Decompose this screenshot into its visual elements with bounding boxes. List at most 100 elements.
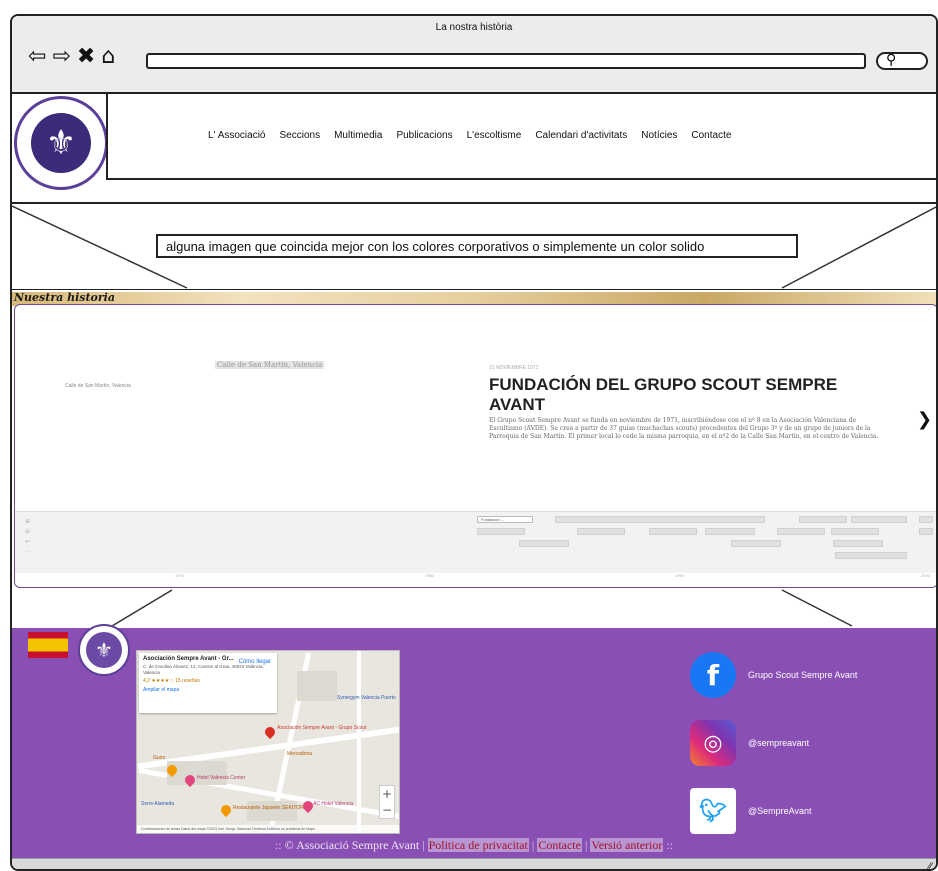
map-road <box>357 651 361 833</box>
map-block <box>297 671 337 701</box>
timeline-marker[interactable] <box>799 516 847 523</box>
footer-credit: :: © Associació Sempre Avant | Politica … <box>12 838 936 853</box>
map-pin-label: Asociación Sempre Avant - Grupo Scout <box>277 725 367 731</box>
facebook-icon[interactable]: f <box>690 652 736 698</box>
map-place-label: Mercadona <box>287 751 313 757</box>
timeline-navigator[interactable]: ⊕ ⊖ ↩ ⋯ Fundación ... <box>15 511 936 573</box>
status-bar: ⁄⁄ <box>12 858 936 869</box>
timeline-marker[interactable] <box>577 528 625 535</box>
map-place-label: Hotel Valencia Center <box>197 775 246 781</box>
url-input[interactable] <box>146 53 866 69</box>
lower-image-placeholder <box>12 588 936 628</box>
map-place-label: Sorni-Alameda <box>141 801 175 807</box>
menu-item-seccions[interactable]: Seccions <box>280 130 321 141</box>
arrow-right-icon[interactable]: ⇨ <box>52 46 70 68</box>
map-enlarge-link[interactable]: Ampliar el mapa <box>143 687 273 693</box>
map-place-label: Restaurante Japonés SEKITORI <box>233 805 306 811</box>
timeline-marker[interactable] <box>835 552 907 559</box>
map-directions-link[interactable]: Cómo llegar <box>239 659 271 665</box>
timeline-event-text: El Grupo Scout Sempre Avant se funda en … <box>489 417 879 440</box>
separator: | <box>584 838 588 852</box>
section-title: Nuestra historia <box>14 291 115 304</box>
timeline-marker[interactable] <box>731 540 781 547</box>
timeline-marker[interactable] <box>555 516 765 523</box>
spain-flag-icon[interactable] <box>28 632 68 658</box>
contact-link[interactable]: Contacte <box>537 838 582 852</box>
timeline-marker[interactable] <box>777 528 825 535</box>
menu-item-calendari[interactable]: Calendari d'activitats <box>535 130 627 141</box>
axis-label: 1980 <box>425 573 434 578</box>
site-logo[interactable]: ⚜ <box>14 96 108 190</box>
privacy-link[interactable]: Politica de privacitat <box>427 838 529 852</box>
browser-title: La nostra història <box>435 22 513 33</box>
separator: | <box>422 838 425 852</box>
zoom-out-icon[interactable]: − <box>380 802 394 818</box>
map-place-rating: 4,2 ★★★★☆ 15 reseñas <box>143 678 200 684</box>
menu-item-publicacions[interactable]: Publicacions <box>396 130 452 141</box>
timeline-axis: 1970 1980 1990 2000 <box>15 573 936 583</box>
map-place-label: AC Hotel Valencia <box>313 801 354 807</box>
menu-item-escoltisme[interactable]: L'escoltisme <box>467 130 522 141</box>
timeline-marker[interactable] <box>851 516 907 523</box>
social-label[interactable]: Grupo Scout Sempre Avant <box>748 670 857 680</box>
map-pin-icon[interactable] <box>262 724 278 740</box>
zoom-in-icon[interactable]: ⊕ <box>25 518 31 525</box>
copyright-text: © Associació Sempre Avant <box>284 838 420 852</box>
map-place-address: C. de Carolina Álvarez, 13, Camins al Gr… <box>143 664 264 675</box>
credit-prefix: :: <box>274 838 285 852</box>
home-icon[interactable]: ⌂ <box>101 46 115 68</box>
image-placeholder-cross <box>111 589 853 627</box>
menu-item-contacte[interactable]: Contacte <box>691 130 731 141</box>
timeline-marker[interactable] <box>919 528 933 535</box>
social-facebook[interactable]: f Grupo Scout Sempre Avant <box>690 652 857 698</box>
map-place-card: Asociación Sempre Avant - Gr... C. de Ca… <box>139 653 277 713</box>
twitter-icon[interactable]: 🐦︎ <box>690 788 736 834</box>
timeline-marker[interactable] <box>833 540 883 547</box>
footer-logo[interactable]: ⚜ <box>78 624 130 676</box>
timeline-left-caption: Calle de San Martín, Valencia <box>65 383 131 389</box>
menu-item-multimedia[interactable]: Multimedia <box>334 130 382 141</box>
fleur-de-lis-icon: ⚜ <box>86 632 122 668</box>
menu-item-noticies[interactable]: Notícies <box>641 130 677 141</box>
browser-window: La nostra història ⇦ ⇨ ✖ ⌂ ⚲ ⚜ L' Associ… <box>10 14 938 871</box>
map-block <box>247 801 297 821</box>
separator: | <box>531 838 535 852</box>
timeline-media-caption: Calle de San Martín, Valencia <box>215 361 325 369</box>
arrow-left-icon[interactable]: ⇦ <box>28 46 46 68</box>
timeline-marker[interactable] <box>705 528 755 535</box>
map-place-label: Synergym Valencia Puerto <box>337 695 396 701</box>
more-icon[interactable]: ⋯ <box>25 548 31 555</box>
map-zoom-control[interactable]: + − <box>379 785 395 819</box>
timeline-zoom-controls: ⊕ ⊖ ↩ ⋯ <box>25 518 31 555</box>
timeline-marker[interactable] <box>831 528 879 535</box>
zoom-out-icon[interactable]: ⊖ <box>25 528 31 535</box>
timeline-marker[interactable] <box>919 516 933 523</box>
browser-nav: ⇦ ⇨ ✖ ⌂ <box>28 46 115 68</box>
menu-item-associacio[interactable]: L' Associació <box>208 130 266 141</box>
zoom-in-icon[interactable]: + <box>380 786 394 802</box>
resize-handle-icon[interactable]: ⁄⁄ <box>928 861 932 869</box>
search-icon: ⚲ <box>886 52 897 68</box>
main-menu: L' Associació Seccions Multimedia Public… <box>208 130 731 141</box>
main-menu-box: L' Associació Seccions Multimedia Public… <box>106 94 936 180</box>
search-button[interactable]: ⚲ <box>876 52 928 70</box>
social-instagram[interactable]: ◎ @sempreavant <box>690 720 809 766</box>
social-twitter[interactable]: 🐦︎ @SempreAvant <box>690 788 812 834</box>
social-label[interactable]: @SempreAvant <box>748 806 812 816</box>
timeline-marker[interactable] <box>519 540 569 547</box>
axis-label: 1970 <box>175 573 184 578</box>
axis-label: 2000 <box>921 573 930 578</box>
axis-label: 1990 <box>675 573 684 578</box>
close-icon[interactable]: ✖ <box>77 46 95 68</box>
browser-toolbar: La nostra història ⇦ ⇨ ✖ ⌂ ⚲ <box>12 16 936 94</box>
timeline-marker[interactable] <box>649 528 697 535</box>
back-icon[interactable]: ↩ <box>25 538 31 545</box>
map-pin-icon <box>218 802 234 818</box>
social-label[interactable]: @sempreavant <box>748 738 809 748</box>
chevron-right-icon[interactable]: ❯ <box>917 409 932 430</box>
timeline-marker-active[interactable]: Fundación ... <box>477 516 533 523</box>
previous-version-link[interactable]: Versió anterior <box>590 838 664 852</box>
google-map-embed[interactable]: Asociación Sempre Avant - Gr... C. de Ca… <box>136 650 400 834</box>
timeline-marker[interactable] <box>477 528 525 535</box>
instagram-icon[interactable]: ◎ <box>690 720 736 766</box>
